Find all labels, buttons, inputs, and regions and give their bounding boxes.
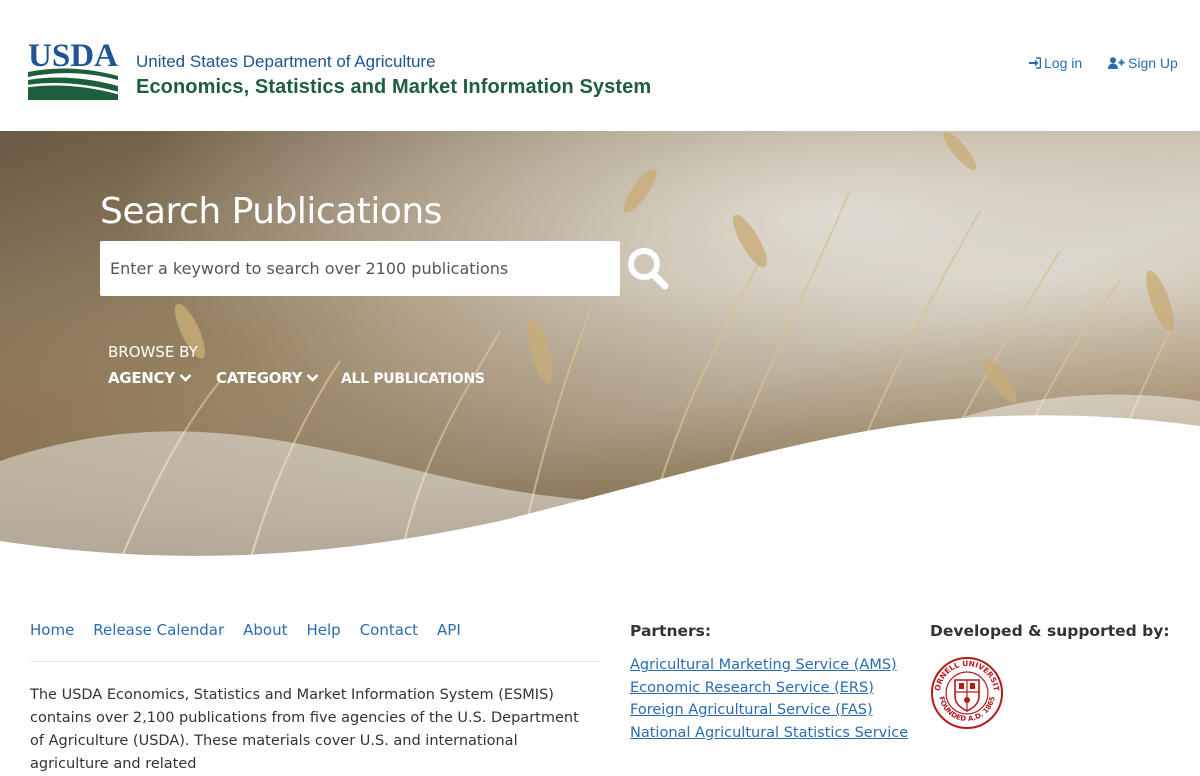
nav-about[interactable]: About <box>243 621 287 639</box>
list-item: Economic Research Service (ERS) <box>630 679 908 702</box>
chevron-down-icon <box>179 374 192 382</box>
nav-contact[interactable]: Contact <box>360 621 418 639</box>
developed-by-heading: Developed & supported by: <box>930 622 1170 640</box>
login-label: Log in <box>1044 55 1083 71</box>
login-link[interactable]: Log in <box>1028 55 1082 71</box>
partner-link-nass[interactable]: National Agricultural Statistics Service <box>630 725 908 741</box>
partners-heading: Partners: <box>630 622 712 640</box>
partner-link-fas[interactable]: Foreign Agricultural Service (FAS) <box>630 702 873 718</box>
search-box <box>100 241 620 296</box>
page-title: Search Publications <box>100 191 442 232</box>
partner-link-ams[interactable]: Agricultural Marketing Service (AMS) <box>630 657 897 673</box>
usda-logo[interactable]: USDA <box>27 38 120 102</box>
nav-help[interactable]: Help <box>306 621 340 639</box>
about-description: The USDA Economics, Statistics and Marke… <box>30 687 579 772</box>
search-icon <box>628 248 669 290</box>
list-item: Foreign Agricultural Service (FAS) <box>630 701 908 724</box>
partners-list: Agricultural Marketing Service (AMS) Eco… <box>630 656 908 746</box>
user-plus-icon <box>1108 57 1125 69</box>
browse-agency-label: AGENCY <box>108 369 175 387</box>
footer-nav: Home Release Calendar About Help Contact… <box>30 621 461 639</box>
list-item: Agricultural Marketing Service (AMS) <box>630 656 908 679</box>
nav-api[interactable]: API <box>437 621 461 639</box>
sign-in-icon <box>1029 57 1041 69</box>
signup-link[interactable]: Sign Up <box>1108 55 1178 71</box>
search-input[interactable] <box>100 241 620 296</box>
browse-agency-dropdown[interactable]: AGENCY <box>108 369 192 387</box>
hero-banner: Search Publications BROWSE BY AGENCY CAT… <box>0 131 1200 561</box>
browse-by-label: BROWSE BY <box>108 343 198 361</box>
signup-label: Sign Up <box>1128 55 1178 71</box>
footer-divider <box>30 661 600 662</box>
site-header: USDA United States Department of Agricul… <box>0 0 1200 131</box>
search-button[interactable] <box>626 246 670 292</box>
nav-release-calendar[interactable]: Release Calendar <box>93 621 224 639</box>
system-name: Economics, Statistics and Market Informa… <box>136 76 652 98</box>
cornell-seal-logo[interactable]: CORNELL UNIVERSITY FOUNDED A.D. 1865 <box>930 656 1004 730</box>
usda-logo-text: USDA <box>28 38 118 74</box>
list-item: National Agricultural Statistics Service <box>630 724 908 747</box>
partner-link-ers[interactable]: Economic Research Service (ERS) <box>630 680 874 696</box>
nav-home[interactable]: Home <box>30 621 74 639</box>
browse-category-label: CATEGORY <box>216 369 303 387</box>
agency-name: United States Department of Agriculture <box>136 52 436 71</box>
browse-all-publications-link[interactable]: ALL PUBLICATIONS <box>341 371 485 387</box>
chevron-down-icon <box>306 374 319 382</box>
browse-category-dropdown[interactable]: CATEGORY <box>216 369 319 387</box>
